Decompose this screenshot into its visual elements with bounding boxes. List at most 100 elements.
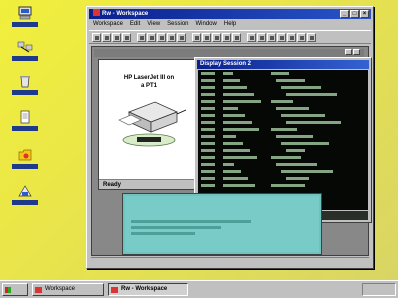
terminal-text-segment [276,107,309,110]
toolbar-button[interactable] [307,33,316,42]
terminal-screen[interactable] [198,70,368,210]
toolbar-button[interactable] [277,33,286,42]
terminal-text-segment [223,156,257,159]
toolbar-button[interactable] [202,33,211,42]
network-neighborhood-icon [17,41,33,53]
toolbar-separator [187,33,191,42]
session-text-row [131,220,251,223]
session-screen[interactable] [125,196,319,252]
terminal-text-segment [223,177,248,180]
session-window[interactable] [122,193,322,255]
menu-workspace[interactable]: Workspace [93,20,123,29]
toolbar-button[interactable] [267,33,276,42]
display-session-title[interactable]: Display Session 2 [197,60,369,69]
printer-subwindow-titlebar[interactable] [94,49,364,57]
terminal-text-segment [201,149,215,152]
toolbar-button[interactable] [137,33,146,42]
terminal-text-segment [223,135,236,138]
toolbar-button[interactable] [92,33,101,42]
terminal-text-segment [286,149,305,152]
desktop-icon-label [12,126,38,131]
toolbar-button[interactable] [287,33,296,42]
app-icon [93,9,100,16]
terminal-line [201,71,365,76]
toolbar-button[interactable] [122,33,131,42]
terminal-text-segment [201,93,215,96]
toolbar-button[interactable] [232,33,241,42]
terminal-text-segment [276,163,317,166]
start-button[interactable] [2,283,28,296]
toolbar-button[interactable] [212,33,221,42]
desktop-icon-folder[interactable] [8,148,42,176]
printer-title-line2: a PT1 [140,83,157,89]
terminal-text-segment [271,184,305,187]
menu-view[interactable]: View [147,20,160,29]
terminal-line [201,162,365,167]
window-title: Rw - Workspace [102,11,149,17]
terminal-text-segment [281,142,329,145]
printer-title: HP LaserJet III on a PT1 [103,74,195,90]
terminal-text-segment [223,72,233,75]
terminal-line [201,176,365,181]
desktop-icon-my-computer[interactable] [8,6,42,34]
terminal-text-segment [223,142,243,145]
terminal-line [201,141,365,146]
terminal-text-segment [201,114,215,117]
terminal-line [201,85,365,90]
subwindow-minimize-button[interactable] [345,49,352,55]
workspace-window[interactable]: Rw - Workspace _ □ × Workspace Edit View… [86,6,374,269]
terminal-line [201,127,365,132]
windows-logo-icon [5,287,11,293]
terminal-text-segment [271,72,289,75]
taskbar-task-rw-workspace[interactable]: Rw - Workspace [108,283,188,296]
desktop-icon-application[interactable] [8,184,42,212]
taskbar-task-label: Rw - Workspace [121,286,168,292]
printer-icon[interactable] [115,98,187,148]
toolbar-button[interactable] [157,33,166,42]
toolbar-button[interactable] [192,33,201,42]
close-button[interactable]: × [360,10,369,18]
terminal-text-segment [223,163,234,166]
terminal-text-segment [201,142,215,145]
printer-panel: HP LaserJet III on a PT1 Ready [98,59,200,190]
desktop-icon-document[interactable] [8,110,42,138]
window-titlebar[interactable]: Rw - Workspace _ □ × [89,9,371,19]
terminal-text-segment [223,86,247,89]
system-tray[interactable] [362,283,396,296]
subwindow-maximize-button[interactable] [353,49,360,55]
desktop-icon-recycle-bin[interactable] [8,74,42,102]
desktop-icon-network[interactable] [8,40,42,68]
toolbar-button[interactable] [112,33,121,42]
toolbar-button[interactable] [167,33,176,42]
toolbar-button[interactable] [247,33,256,42]
document-icon [20,110,30,124]
terminal-text-segment [223,79,240,82]
terminal-line [201,155,365,160]
menu-help[interactable]: Help [224,20,236,29]
terminal-text-segment [223,100,261,103]
menu-window[interactable]: Window [196,20,217,29]
toolbar-button[interactable] [222,33,231,42]
terminal-text-segment [281,86,321,89]
maximize-button[interactable]: □ [350,10,359,18]
terminal-text-segment [223,93,254,96]
window-status-bar [91,257,369,266]
workspace-client-area: HP LaserJet III on a PT1 Ready Display S… [91,46,372,256]
toolbar-separator [132,33,136,42]
toolbar-button[interactable] [297,33,306,42]
taskbar-task-workspace[interactable]: Workspace [32,283,104,296]
menu-session[interactable]: Session [167,20,188,29]
terminal-line [201,148,365,153]
terminal-text-segment [223,184,255,187]
terminal-text-segment [201,135,215,138]
terminal-line [201,99,365,104]
minimize-button[interactable]: _ [340,10,349,18]
menu-edit[interactable]: Edit [130,20,140,29]
toolbar-button[interactable] [102,33,111,42]
terminal-text-segment [271,156,301,159]
toolbar-button[interactable] [147,33,156,42]
terminal-text-segment [271,128,297,131]
toolbar-button[interactable] [257,33,266,42]
toolbar-button[interactable] [177,33,186,42]
terminal-line [201,183,365,188]
